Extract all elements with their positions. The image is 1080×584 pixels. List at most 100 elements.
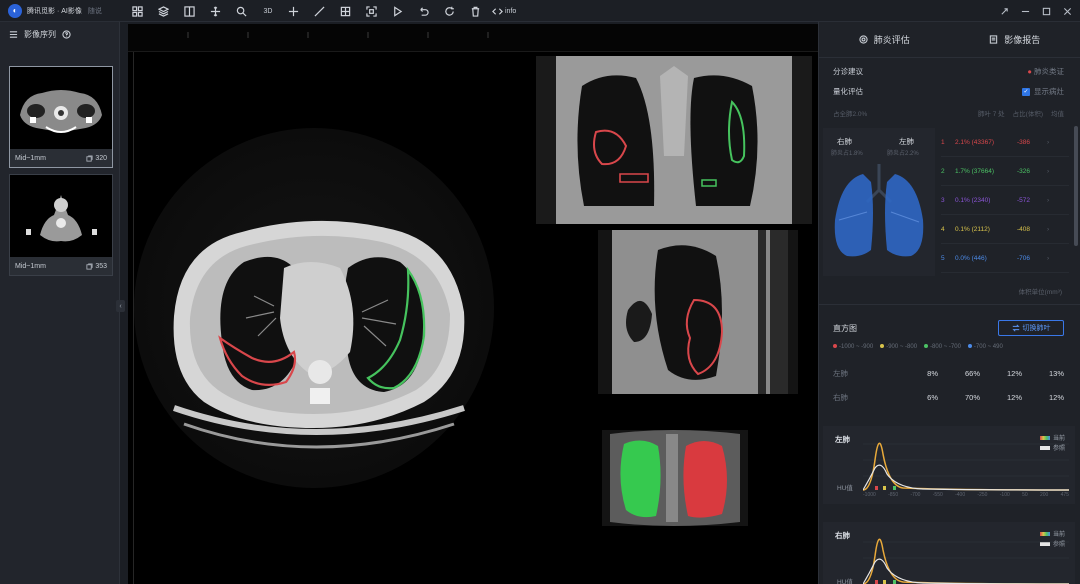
series-thumbnail-1[interactable]: Mid~1mm 320: [9, 66, 113, 168]
series-thumbnail-image: [10, 67, 112, 149]
layout-button[interactable]: [124, 0, 150, 22]
grid-button[interactable]: [332, 0, 358, 22]
series-label: Mid~1mm: [15, 154, 46, 162]
refresh-icon: [444, 6, 454, 16]
summary-lobe: 肺叶 7 处: [977, 111, 1005, 118]
collapse-panel-button[interactable]: ‹: [116, 300, 125, 312]
legend-item: -800 ~ -700: [924, 344, 961, 350]
left-lung-label: 左肺: [899, 137, 914, 146]
tab-pneumonia-assessment[interactable]: 肺炎评估: [819, 22, 950, 57]
sagittal-view[interactable]: [598, 230, 798, 394]
axis-label: HU值: [837, 485, 853, 492]
app-subtitle: 随说: [87, 7, 102, 15]
lesion-list: 1 2.1% (43367) -386 › 2 1.7% (37664) -32…: [941, 128, 1069, 276]
switch-lobe-button[interactable]: 切换肺叶: [998, 320, 1064, 336]
chevron-right-icon: ›: [1047, 138, 1050, 146]
maximize-icon[interactable]: [1042, 7, 1051, 16]
layers-button[interactable]: [150, 0, 176, 22]
right-lung-label: 右肺: [837, 137, 852, 146]
split-button[interactable]: [176, 0, 202, 22]
undo-button[interactable]: [410, 0, 436, 22]
summary-row: 占全肺2.0% 肺叶 7 处 占比(体积) 均值: [833, 108, 1064, 118]
histogram-row-right: 右肺 6% 70% 12% 12%: [833, 392, 1064, 402]
report-icon: [990, 35, 998, 44]
show-lesion-toggle[interactable]: ✓ 显示病灶: [1022, 86, 1064, 97]
app-title: 腾讯觅影 · AI影像: [27, 7, 82, 15]
series-panel-title: 影像序列: [24, 29, 56, 39]
close-icon[interactable]: [1063, 7, 1072, 16]
chevron-right-icon: ›: [1047, 254, 1050, 262]
triage-label: 分诊建议: [833, 67, 863, 76]
fit-button[interactable]: [358, 0, 384, 22]
refresh-button[interactable]: [436, 0, 462, 22]
right-lung-pct: 肺炎占1.8%: [831, 151, 863, 157]
layout-icon: [131, 5, 143, 17]
measure-button[interactable]: [306, 0, 332, 22]
series-thumbnail-image: [10, 175, 112, 257]
menu-icon[interactable]: [9, 30, 18, 39]
lung-icon: [834, 164, 924, 257]
series-label: Mid~1mm: [15, 262, 46, 270]
lung-diagram: 右肺 左肺 肺炎占1.8% 肺炎占2.2%: [823, 128, 935, 276]
histogram-header: 直方图 切换肺叶: [833, 320, 1064, 336]
delete-button[interactable]: [462, 0, 488, 22]
checkbox-icon[interactable]: ✓: [1022, 87, 1030, 96]
info-label: info: [505, 7, 517, 15]
axial-view[interactable]: [134, 56, 530, 500]
series-caption: Mid~1mm 353: [10, 257, 112, 275]
app-logo: ◐: [8, 3, 22, 18]
coronal-view[interactable]: [536, 56, 812, 224]
stack-icon: [86, 262, 93, 270]
play-button[interactable]: [384, 0, 410, 22]
lesion-row[interactable]: 3 0.1% (2340) -572 ›: [941, 186, 1069, 215]
chevron-right-icon: ›: [1047, 196, 1050, 204]
quant-label: 量化评估: [833, 87, 863, 96]
zoom-icon: [236, 6, 247, 17]
hu-curve: [863, 538, 1069, 584]
summary-hu: 均值: [1051, 111, 1064, 118]
chevron-right-icon: ›: [1047, 225, 1050, 233]
histogram-legend: -1000 ~ -900 -900 ~ -800 -800 ~ -700 -70…: [833, 344, 1064, 350]
tab-label: 肺炎评估: [873, 35, 910, 45]
triage-value: ● 肺炎类证: [1027, 67, 1064, 76]
code-icon: [492, 7, 503, 15]
info-button[interactable]: info: [488, 0, 520, 22]
crosshair-button[interactable]: [280, 0, 306, 22]
image-viewer[interactable]: [128, 24, 818, 584]
series-thumbnail-2[interactable]: Mid~1mm 353: [9, 174, 113, 276]
minimize-icon[interactable]: [1021, 7, 1030, 16]
top-toolbar: ◐ 腾讯觅影 · AI影像 随说 3D info: [0, 0, 1080, 22]
panel-scrollbar[interactable]: [1074, 126, 1078, 246]
undo-icon: [419, 6, 429, 16]
series-caption: Mid~1mm 320: [10, 149, 112, 167]
left-lung-pct: 肺炎占2.2%: [887, 151, 919, 157]
series-count: 320: [86, 155, 107, 162]
axis-label: HU值: [837, 579, 853, 584]
series-panel-header: 影像序列: [0, 22, 119, 46]
delete-icon: [471, 6, 479, 17]
histogram-title: 直方图: [833, 323, 857, 333]
fit-icon: [365, 5, 377, 17]
series-count: 353: [86, 263, 107, 270]
3d-lung-render[interactable]: [602, 430, 748, 526]
legend-item: -700 ~ 490: [967, 344, 1003, 350]
help-icon[interactable]: [62, 29, 71, 39]
legend-item: -1000 ~ -900: [833, 344, 873, 350]
lesion-row[interactable]: 1 2.1% (43367) -386 ›: [941, 128, 1069, 157]
swap-icon: [1011, 324, 1020, 332]
lesion-row[interactable]: 5 0.0% (446) -706 ›: [941, 244, 1069, 273]
3d-label: 3D: [263, 7, 273, 15]
zoom-button[interactable]: [228, 0, 254, 22]
quant-row: 量化评估 ✓ 显示病灶: [833, 86, 1064, 97]
measure-icon: [313, 5, 325, 17]
3d-button[interactable]: 3D: [254, 0, 280, 22]
tab-imaging-report[interactable]: 影像报告: [950, 22, 1080, 57]
move-button[interactable]: [202, 0, 228, 22]
hu-curve: [863, 442, 1069, 491]
lesion-row[interactable]: 4 0.1% (2112) -408 ›: [941, 215, 1069, 244]
axis-ticks: -1000 -850 -700 -550 -400 -250 -100 50 200 475: [863, 492, 1069, 498]
lesion-row[interactable]: 2 1.7% (37664) -326 ›: [941, 157, 1069, 186]
pin-icon[interactable]: [1000, 7, 1009, 16]
summary-ratio: 占比(体积): [1012, 111, 1043, 118]
split-icon: [183, 5, 195, 17]
